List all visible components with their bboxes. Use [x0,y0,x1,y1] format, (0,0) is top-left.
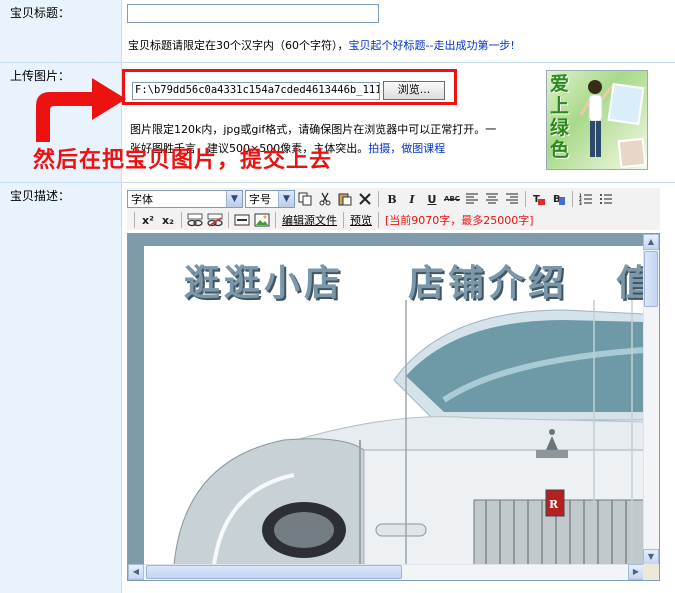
toolbar-separator [228,212,229,228]
vertical-scroll-thumb[interactable] [644,251,658,307]
font-select-value: 字体 [131,193,153,206]
bg-color-icon[interactable]: B [549,190,569,208]
title-hint-text: 宝贝标题请限定在30个汉字内（60个字符）， [128,39,349,52]
small-photo [607,82,645,126]
italic-button[interactable]: I [402,190,422,208]
toolbar-row-1: 字体 ▼ 字号 ▼ B I U ABC T B 1 2 3 [127,189,616,209]
title-input[interactable] [127,4,379,23]
horizontal-scrollbar[interactable]: ◀ ▶ [128,564,644,580]
toolbar-separator [343,212,344,228]
small-photo [617,137,647,169]
strikethrough-button[interactable]: ABC [442,190,462,208]
link-icon[interactable] [185,211,205,229]
text-color-icon[interactable]: T [529,190,549,208]
paste-icon[interactable] [335,190,355,208]
scroll-down-icon[interactable]: ▼ [643,549,659,565]
char-count: [当前9070字，最多25000字] [385,214,534,227]
horizontal-rule-icon[interactable] [232,211,252,229]
car-image: R [173,300,644,565]
title-label-cell: 宝贝标题： [0,0,122,62]
svg-text:R: R [549,498,559,511]
banner-text-shop: 逛逛小店 [184,263,345,304]
course-link[interactable]: 做图课程 [401,142,445,155]
size-select-value: 字号 [249,193,271,206]
vertical-scrollbar[interactable]: ▲ ▼ [643,234,659,565]
link-separator: ， [390,142,402,155]
title-label: 宝贝标题： [10,6,71,20]
svg-text:3: 3 [579,201,582,205]
scroll-corner [643,564,659,580]
arrow-icon [36,78,126,142]
upload-hint-line1: 图片限定120k内，jpg或gif格式，请确保图片在浏览器中可以正常打开。一 [130,123,497,136]
toolbar-separator [378,191,379,207]
file-path-input[interactable]: F:\b79dd56c0a4331c154a7cded4613446b_1115… [132,82,380,100]
editor-toolbar: 字体 ▼ 字号 ▼ B I U ABC T B 1 2 3 x² x₂ 编辑源文… [127,188,660,230]
underline-button[interactable]: U [422,190,442,208]
align-center-icon[interactable] [482,190,502,208]
toolbar-row-2: x² x₂ 编辑源文件 预览 [当前9070字，最多25000字] [131,210,537,230]
preview-button[interactable]: 预览 [347,212,375,228]
uploaded-image-thumbnail: 爱上绿色 [546,70,648,170]
delete-icon[interactable] [355,190,375,208]
chevron-down-icon: ▼ [278,191,294,207]
superscript-button[interactable]: x² [138,211,158,229]
description-label-cell: 宝贝描述： [0,183,122,593]
unordered-list-icon[interactable] [596,190,616,208]
subscript-button[interactable]: x₂ [158,211,178,229]
toolbar-separator [378,212,379,228]
instruction-overlay: 然后在把宝贝图片，提交上去 [33,147,333,173]
copy-icon[interactable] [295,190,315,208]
description-label: 宝贝描述： [10,189,71,203]
toolbar-separator [134,212,135,228]
unlink-icon[interactable] [205,211,225,229]
editor-canvas[interactable]: 逛逛小店 店铺介绍 值 [128,234,644,565]
size-select[interactable]: 字号 ▼ [245,190,295,208]
bold-button[interactable]: B [382,190,402,208]
banner-frame [144,234,644,246]
horizontal-scroll-thumb[interactable] [146,565,402,579]
banner-frame [128,234,144,565]
toolbar-separator [181,212,182,228]
title-tips-link[interactable]: 宝贝起个好标题--走出成功第一步! [349,39,515,52]
banner-text-intro: 店铺介绍 [408,263,569,304]
ordered-list-icon[interactable]: 123 [576,190,596,208]
align-left-icon[interactable] [462,190,482,208]
align-right-icon[interactable] [502,190,522,208]
description-editor[interactable]: 逛逛小店 店铺介绍 值 [127,233,660,581]
browse-button[interactable]: 浏览... [383,81,445,100]
banner-text-partial: 值 [616,254,644,306]
toolbar-separator [275,212,276,228]
toolbar-separator [572,191,573,207]
scroll-up-icon[interactable]: ▲ [643,234,659,250]
thumbnail-text: 爱上绿色 [550,73,570,161]
insert-image-icon[interactable] [252,211,272,229]
shoot-link[interactable]: 拍摄 [368,142,390,155]
toolbar-separator [525,191,526,207]
cut-icon[interactable] [315,190,335,208]
title-hint: 宝贝标题请限定在30个汉字内（60个字符），宝贝起个好标题--走出成功第一步! [128,37,515,53]
edit-source-button[interactable]: 编辑源文件 [279,212,340,228]
scroll-left-icon[interactable]: ◀ [128,564,144,580]
font-select[interactable]: 字体 ▼ [127,190,243,208]
scroll-right-icon[interactable]: ▶ [628,564,644,580]
chevron-down-icon: ▼ [226,191,242,207]
